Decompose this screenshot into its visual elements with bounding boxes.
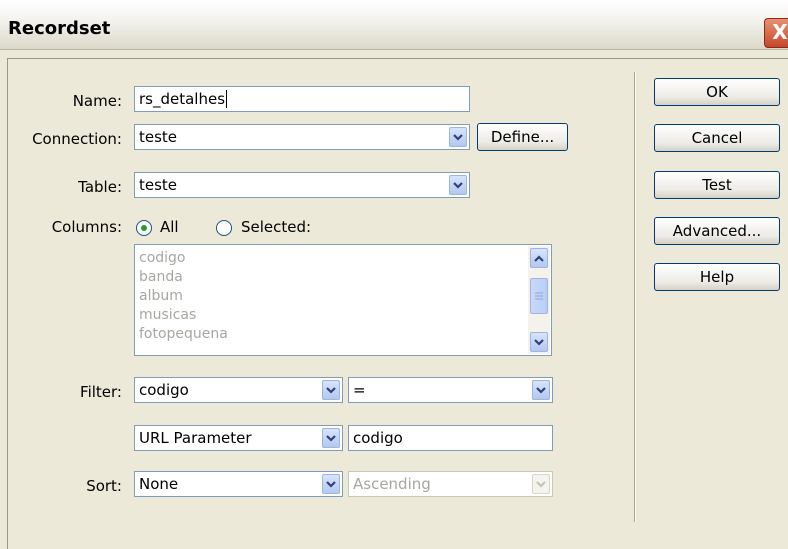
list-item[interactable]: fotopequena xyxy=(139,325,228,344)
filter-operator-select[interactable]: = xyxy=(348,377,553,403)
sort-order-value: Ascending xyxy=(353,475,431,493)
chevron-down-icon[interactable] xyxy=(449,175,467,195)
chevron-down-icon[interactable] xyxy=(322,380,340,400)
sort-order-select: Ascending xyxy=(348,471,553,497)
connection-select[interactable]: teste xyxy=(134,124,470,150)
columns-all-radio[interactable] xyxy=(136,220,152,236)
test-button[interactable]: Test xyxy=(654,171,780,199)
table-label: Table: xyxy=(78,178,122,196)
close-button[interactable]: X xyxy=(764,18,788,48)
name-input[interactable]: rs_detalhes xyxy=(134,86,470,112)
title-bar: Recordset X xyxy=(0,0,788,50)
table-select[interactable]: teste xyxy=(134,172,470,198)
filter-operator-value: = xyxy=(353,381,366,399)
columns-listbox[interactable]: codigo banda album musicas fotopequena xyxy=(134,244,552,356)
chevron-down-icon[interactable] xyxy=(322,428,340,448)
close-icon: X xyxy=(772,20,788,44)
filter-param-type-value: URL Parameter xyxy=(139,429,252,447)
name-label: Name: xyxy=(72,92,122,110)
define-button[interactable]: Define... xyxy=(477,123,568,151)
connection-select-value: teste xyxy=(139,128,178,146)
list-item[interactable]: musicas xyxy=(139,306,228,325)
filter-column-select[interactable]: codigo xyxy=(134,377,343,403)
help-button[interactable]: Help xyxy=(654,263,780,291)
chevron-down-icon[interactable] xyxy=(530,332,548,352)
chevron-up-icon[interactable] xyxy=(530,248,548,268)
dialog-title: Recordset xyxy=(8,18,111,39)
chevron-down-icon xyxy=(532,474,550,494)
filter-param-value-text: codigo xyxy=(353,429,403,447)
table-select-value: teste xyxy=(139,176,178,194)
scroll-thumb[interactable] xyxy=(530,278,548,314)
name-input-value: rs_detalhes xyxy=(139,90,226,108)
filter-param-type-select[interactable]: URL Parameter xyxy=(134,425,343,451)
filter-label: Filter: xyxy=(80,383,122,401)
columns-list: codigo banda album musicas fotopequena xyxy=(139,249,228,344)
list-item[interactable]: album xyxy=(139,287,228,306)
chevron-down-icon[interactable] xyxy=(532,380,550,400)
columns-scrollbar[interactable] xyxy=(528,246,550,354)
filter-param-value-input[interactable]: codigo xyxy=(348,425,553,451)
chevron-down-icon[interactable] xyxy=(449,127,467,147)
vertical-divider xyxy=(634,72,635,522)
columns-selected-label[interactable]: Selected: xyxy=(241,218,311,236)
list-item[interactable]: banda xyxy=(139,268,228,287)
sort-label: Sort: xyxy=(86,477,122,495)
chevron-down-icon[interactable] xyxy=(322,474,340,494)
sort-column-select[interactable]: None xyxy=(134,471,343,497)
ok-button[interactable]: OK xyxy=(654,78,780,106)
list-item[interactable]: codigo xyxy=(139,249,228,268)
text-cursor xyxy=(226,90,228,108)
cancel-button[interactable]: Cancel xyxy=(654,124,780,152)
advanced-button[interactable]: Advanced... xyxy=(654,217,780,245)
sort-column-value: None xyxy=(139,475,179,493)
connection-label: Connection: xyxy=(32,130,122,148)
columns-all-label[interactable]: All xyxy=(160,218,179,236)
filter-column-value: codigo xyxy=(139,381,189,399)
columns-label: Columns: xyxy=(51,218,122,236)
columns-selected-radio[interactable] xyxy=(216,220,232,236)
radio-selected-dot xyxy=(141,225,147,231)
